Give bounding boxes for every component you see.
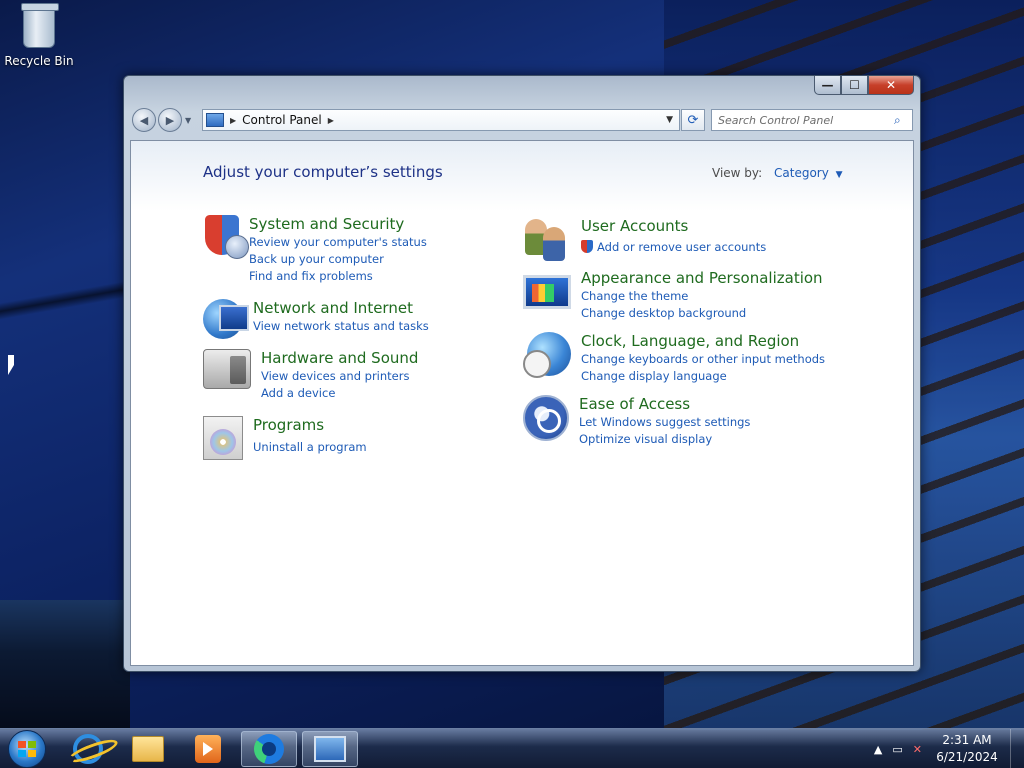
control-panel-window: — ☐ ✕ ◀ ▶ ▼ ▶ Control Panel ▶ ▼ ⟳ ⌕ Adju…: [123, 75, 921, 672]
printer-icon[interactable]: [203, 349, 251, 389]
wallpaper-horizon: [0, 600, 130, 730]
address-bar[interactable]: ▶ Control Panel ▶ ▼: [202, 109, 680, 131]
taskbar-control-panel[interactable]: [302, 731, 358, 767]
category-link[interactable]: Review your computer's status: [249, 234, 427, 251]
close-button[interactable]: ✕: [868, 76, 914, 95]
users-icon[interactable]: [523, 217, 571, 265]
category-link[interactable]: Change the theme: [581, 288, 823, 305]
category-link[interactable]: Change desktop background: [581, 305, 823, 322]
search-box[interactable]: ⌕: [711, 109, 913, 131]
breadcrumb-arrow-icon[interactable]: ▶: [230, 116, 236, 125]
file-explorer-icon: [132, 736, 164, 762]
category-link[interactable]: View devices and printers: [261, 368, 418, 385]
taskbar-edge[interactable]: [241, 731, 297, 767]
clock-date: 6/21/2024: [936, 750, 998, 764]
uac-shield-icon: [581, 240, 593, 253]
category-link[interactable]: Find and fix problems: [249, 268, 427, 285]
windows-logo-icon: [18, 741, 36, 757]
category-link[interactable]: Change keyboards or other input methods: [581, 351, 825, 368]
category-heading[interactable]: Hardware and Sound: [261, 349, 418, 367]
category-link[interactable]: Change display language: [581, 368, 825, 385]
content-area: Adjust your computer’s settings View by:…: [130, 140, 914, 666]
clock[interactable]: 2:31 AM 6/21/2024: [932, 732, 1002, 766]
breadcrumb-arrow-icon[interactable]: ▶: [328, 116, 334, 125]
recycle-bin-icon: [21, 3, 59, 48]
edge-icon: [254, 734, 284, 764]
category-programs: Programs Uninstall a program: [203, 416, 367, 460]
internet-explorer-icon: [73, 734, 103, 764]
view-by-dropdown[interactable]: Category: [774, 166, 829, 180]
category-network-internet: Network and Internet View network status…: [203, 299, 429, 339]
category-heading[interactable]: Ease of Access: [579, 395, 750, 413]
network-status-icon[interactable]: ▭: [892, 743, 902, 756]
recycle-bin-shortcut[interactable]: Recycle Bin: [4, 3, 74, 68]
view-by: View by: Category ▼: [712, 166, 843, 180]
category-hardware-sound: Hardware and Sound View devices and prin…: [203, 349, 418, 402]
clock-globe-icon[interactable]: [523, 332, 571, 378]
programs-icon[interactable]: [203, 416, 243, 460]
category-heading[interactable]: Appearance and Personalization: [581, 269, 823, 287]
category-heading[interactable]: System and Security: [249, 215, 427, 233]
caption-buttons: — ☐ ✕: [814, 76, 914, 95]
recent-pages-dropdown[interactable]: ▼: [185, 116, 191, 125]
category-link[interactable]: Optimize visual display: [579, 431, 750, 448]
taskbar-file-explorer[interactable]: [120, 731, 176, 767]
category-heading[interactable]: Programs: [253, 416, 367, 434]
recycle-bin-label: Recycle Bin: [4, 54, 74, 68]
back-button[interactable]: ◀: [132, 108, 156, 132]
maximize-button[interactable]: ☐: [841, 76, 868, 95]
category-link[interactable]: Uninstall a program: [253, 439, 367, 456]
category-link[interactable]: View network status and tasks: [253, 318, 429, 335]
network-icon[interactable]: [203, 299, 249, 339]
category-ease-of-access: Ease of Access Let Windows suggest setti…: [523, 395, 750, 448]
control-panel-icon: [314, 736, 346, 762]
show-hidden-icons-icon[interactable]: ▲: [874, 743, 882, 756]
category-system-security: System and Security Review your computer…: [203, 215, 427, 285]
category-clock-language-region: Clock, Language, and Region Change keybo…: [523, 332, 825, 385]
control-panel-icon: [206, 113, 224, 127]
taskbar-media-player[interactable]: [180, 731, 236, 767]
category-link[interactable]: Let Windows suggest settings: [579, 414, 750, 431]
taskbar: ▲ ▭ ✕ 2:31 AM 6/21/2024: [0, 728, 1024, 768]
address-dropdown-icon[interactable]: ▼: [666, 115, 673, 125]
forward-button[interactable]: ▶: [158, 108, 182, 132]
start-button[interactable]: [8, 730, 46, 768]
media-player-icon: [195, 735, 221, 763]
category-link-text: Add or remove user accounts: [597, 240, 767, 254]
chevron-down-icon[interactable]: ▼: [836, 170, 843, 180]
ease-of-access-icon[interactable]: [523, 395, 569, 441]
page-title: Adjust your computer’s settings: [203, 163, 443, 181]
category-appearance: Appearance and Personalization Change th…: [523, 269, 823, 322]
minimize-button[interactable]: —: [814, 76, 841, 95]
system-tray: ▲ ▭ ✕ 2:31 AM 6/21/2024: [874, 729, 1024, 768]
clock-time: 2:31 AM: [942, 733, 992, 747]
volume-muted-icon[interactable]: ✕: [913, 743, 922, 756]
search-input[interactable]: [712, 113, 894, 127]
category-heading[interactable]: Network and Internet: [253, 299, 429, 317]
view-by-label: View by:: [712, 166, 763, 180]
shield-icon[interactable]: [205, 215, 249, 259]
category-link[interactable]: Add a device: [261, 385, 418, 402]
breadcrumb-control-panel[interactable]: Control Panel: [242, 113, 322, 127]
taskbar-internet-explorer[interactable]: [60, 731, 116, 767]
mouse-cursor-icon: [8, 355, 14, 375]
refresh-button[interactable]: ⟳: [681, 109, 705, 131]
show-desktop-button[interactable]: [1010, 729, 1024, 768]
appearance-icon[interactable]: [523, 275, 571, 309]
navigation-buttons: ◀ ▶ ▼: [132, 108, 191, 132]
category-heading[interactable]: Clock, Language, and Region: [581, 332, 825, 350]
search-icon[interactable]: ⌕: [894, 113, 912, 128]
category-heading[interactable]: User Accounts: [581, 217, 766, 235]
category-link[interactable]: Back up your computer: [249, 251, 427, 268]
wallpaper-beam: [0, 270, 130, 330]
category-link[interactable]: Add or remove user accounts: [581, 239, 766, 256]
category-user-accounts: User Accounts Add or remove user account…: [523, 217, 766, 265]
